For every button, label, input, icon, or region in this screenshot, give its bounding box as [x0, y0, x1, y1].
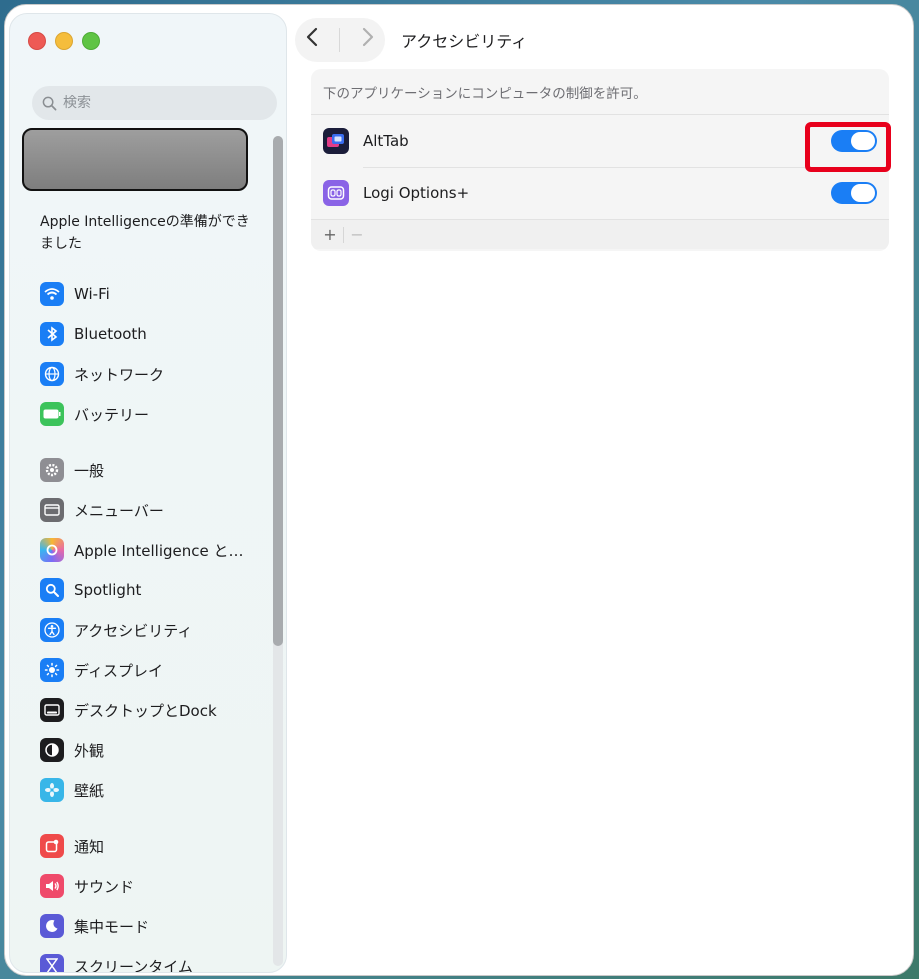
add-app-button[interactable]: + [319, 225, 341, 244]
focus-icon [40, 914, 64, 938]
sidebar-item-label: Wi-Fi [74, 285, 110, 303]
sidebar-item-general[interactable]: 一般 [10, 450, 270, 490]
sidebar-item-sound[interactable]: サウンド [10, 866, 270, 906]
sidebar-item-label: 集中モード [74, 917, 150, 936]
page-title: アクセシビリティ [401, 32, 528, 51]
chevron-left-icon[interactable] [305, 27, 319, 53]
panel-description: 下のアプリケーションにコンピュータの制御を許可。 [311, 69, 889, 115]
sidebar-item-label: 外観 [74, 741, 105, 760]
sidebar-item-menubar[interactable]: メニューバー [10, 490, 270, 530]
sidebar-item-label: Bluetooth [74, 325, 147, 343]
sidebar-item-label: デスクトップとDock [74, 701, 217, 720]
sidebar-item-label: ディスプレイ [74, 661, 163, 680]
system-settings-window: Apple Intelligenceの準備ができました Wi-Fi Blueto… [4, 4, 914, 976]
sidebar-nav: Wi-Fi Bluetooth ネットワーク バッテリー 一般 メニューバー A… [10, 274, 270, 973]
screentime-icon [40, 954, 64, 972]
sidebar-item-label: メニューバー [74, 501, 164, 520]
logi-options-toggle[interactable] [831, 182, 877, 204]
alttab-app-icon [323, 128, 349, 154]
nav-section-gap [10, 434, 270, 450]
sidebar-item-label: Spotlight [74, 581, 142, 599]
accessibility-apps-panel: 下のアプリケーションにコンピュータの制御を許可。 AltTab Logi Opt… [311, 69, 889, 251]
chevron-right-icon[interactable] [361, 27, 375, 53]
footer-divider [343, 226, 344, 243]
apple-intelligence-ready-note[interactable]: Apple Intelligenceの準備ができました [40, 211, 260, 255]
sidebar-item-desktop-dock[interactable]: デスクトップとDock [10, 690, 270, 730]
sidebar-item-label: バッテリー [74, 405, 150, 424]
sidebar-item-label: スクリーンタイム [74, 957, 193, 973]
search-field[interactable] [32, 86, 277, 120]
app-name: Logi Options+ [363, 184, 470, 202]
sidebar-item-bluetooth[interactable]: Bluetooth [10, 314, 270, 354]
sidebar-item-label: ネットワーク [74, 365, 165, 384]
sidebar-item-spotlight[interactable]: Spotlight [10, 570, 270, 610]
app-name: AltTab [363, 132, 409, 150]
sidebar-item-screen-time[interactable]: スクリーンタイム [10, 946, 270, 973]
navigation-buttons [295, 18, 385, 62]
sidebar-item-appearance[interactable]: 外観 [10, 730, 270, 770]
bluetooth-icon [40, 322, 64, 346]
menubar-icon [40, 498, 64, 522]
nav-divider [339, 28, 341, 52]
accessibility-icon [40, 618, 64, 642]
sidebar-item-wallpaper[interactable]: 壁紙 [10, 770, 270, 810]
close-button[interactable] [28, 32, 46, 50]
nav-section-gap [10, 810, 270, 826]
sidebar-scrollbar[interactable] [273, 136, 283, 966]
logi-options-app-icon [323, 180, 349, 206]
sidebar-item-notifications[interactable]: 通知 [10, 826, 270, 866]
app-row-logi-options: Logi Options+ [311, 167, 889, 219]
sound-icon [40, 874, 64, 898]
wifi-icon [40, 282, 64, 306]
notification-icon [40, 834, 64, 858]
spotlight-icon [40, 578, 64, 602]
display-icon [40, 658, 64, 682]
apple-intelligence-icon [40, 538, 64, 562]
panel-footer: + − [311, 219, 889, 249]
sidebar-scroll-thumb[interactable] [273, 136, 283, 646]
account-profile-redacted[interactable] [22, 128, 248, 191]
zoom-button[interactable] [82, 32, 100, 50]
sidebar-item-accessibility[interactable]: アクセシビリティ [10, 610, 270, 650]
sidebar-item-label: Apple Intelligence と… [74, 541, 244, 560]
sidebar-item-label: 壁紙 [74, 781, 105, 800]
battery-icon [40, 402, 64, 426]
sidebar-item-focus[interactable]: 集中モード [10, 906, 270, 946]
toolbar: アクセシビリティ [295, 15, 527, 65]
sidebar-item-display[interactable]: ディスプレイ [10, 650, 270, 690]
gear-icon [40, 458, 64, 482]
sidebar-item-battery[interactable]: バッテリー [10, 394, 270, 434]
sidebar: Apple Intelligenceの準備ができました Wi-Fi Blueto… [9, 13, 287, 973]
appearance-icon [40, 738, 64, 762]
sidebar-item-label: 一般 [74, 461, 105, 480]
sidebar-item-label: 通知 [74, 837, 105, 856]
minimize-button[interactable] [55, 32, 73, 50]
sidebar-item-wifi[interactable]: Wi-Fi [10, 274, 270, 314]
sidebar-item-label: アクセシビリティ [74, 621, 193, 640]
sidebar-item-network[interactable]: ネットワーク [10, 354, 270, 394]
globe-icon [40, 362, 64, 386]
search-input[interactable] [63, 95, 253, 111]
app-row-alttab: AltTab [311, 115, 889, 167]
wallpaper-icon [40, 778, 64, 802]
alttab-toggle[interactable] [831, 130, 877, 152]
window-controls [28, 32, 100, 50]
dock-icon [40, 698, 64, 722]
sidebar-item-apple-intelligence[interactable]: Apple Intelligence と… [10, 530, 270, 570]
remove-app-button[interactable]: − [346, 225, 368, 244]
search-icon [42, 96, 57, 110]
sidebar-item-label: サウンド [74, 877, 135, 896]
